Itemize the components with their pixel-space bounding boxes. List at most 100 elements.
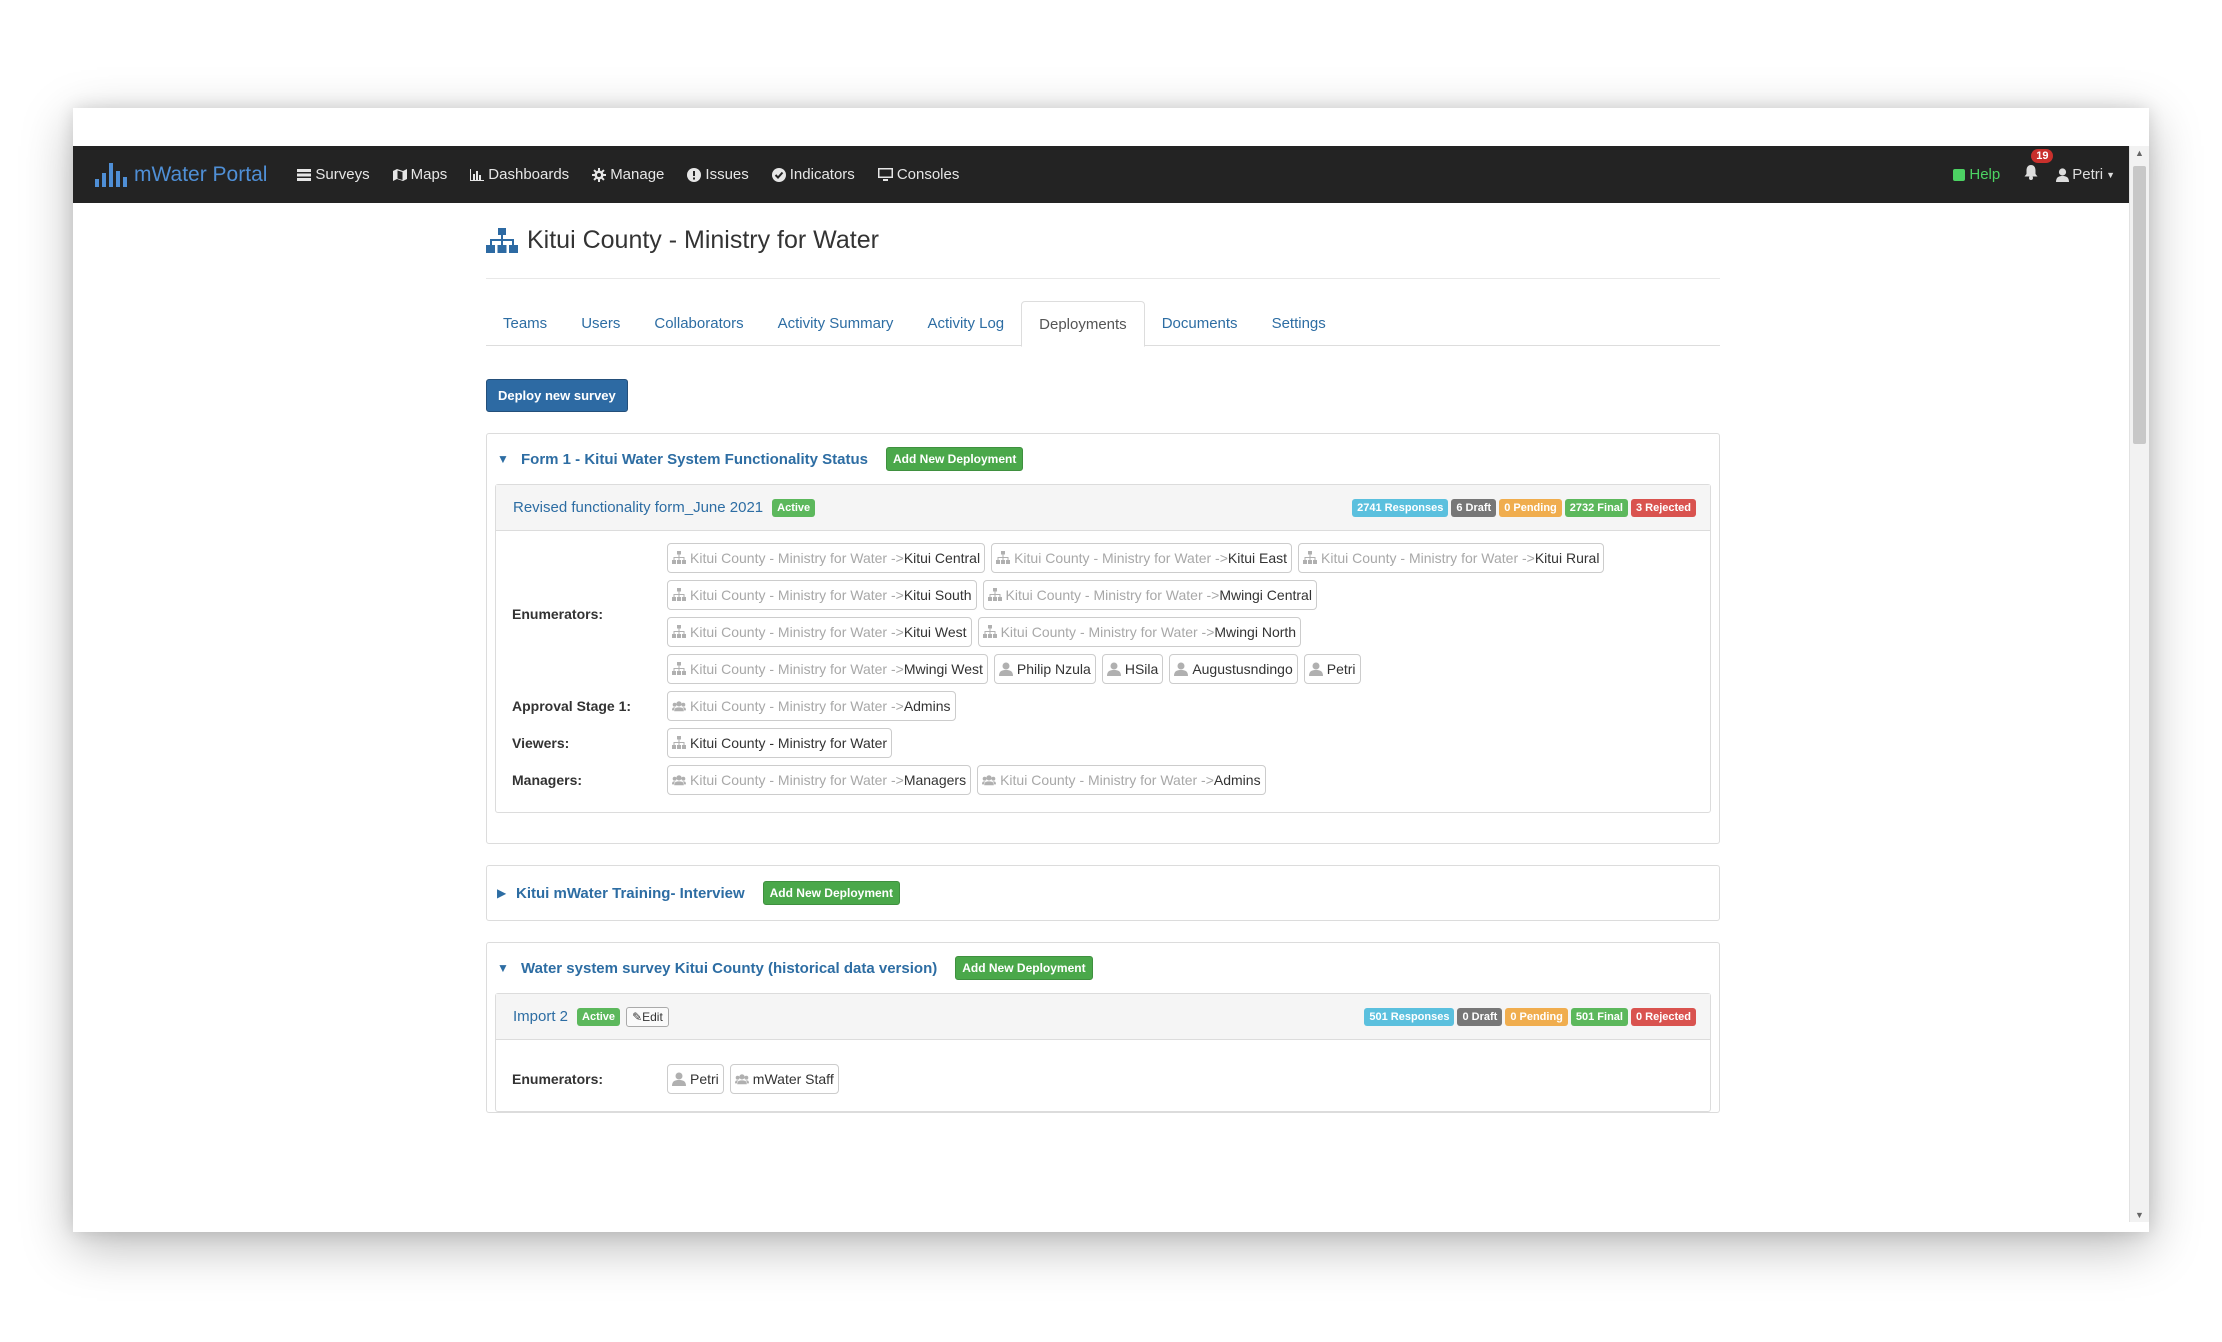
user-chip[interactable]: Petri [1303,654,1361,684]
sitemap-icon [987,588,1002,601]
chip-list: Petri mWater Staff [667,1064,1700,1094]
nav-surveys-label: Surveys [315,166,370,183]
survey-title[interactable]: Water system survey Kitui County (histor… [521,960,937,977]
nav-manage-label: Manage [610,166,665,183]
chip-name: Managers [903,772,967,788]
deployment-name[interactable]: Revised functionality form_June 2021 [513,499,763,516]
scroll-up-arrow-icon[interactable]: ▲ [2135,148,2144,158]
nav-surveys[interactable]: Surveys [297,166,370,183]
chip-prefix: Kitui County - Ministry for Water -> [690,587,904,603]
group-chip[interactable]: mWater Staff [729,1064,839,1094]
chip-prefix: Kitui County - Ministry for Water -> [1000,624,1215,640]
tab-teams[interactable]: Teams [486,301,564,346]
chip-prefix: Kitui County - Ministry for Water -> [1005,587,1220,603]
group-chip[interactable]: Kitui County - Ministry for Water -> Adm… [977,765,1266,795]
chip-name: Kitui Rural [1534,550,1600,566]
org-chip[interactable]: Kitui County - Ministry for Water -> Kit… [667,617,972,647]
nav-maps[interactable]: Maps [392,166,447,183]
nav-manage[interactable]: Manage [592,166,664,183]
edit-button[interactable]: ✎Edit [626,1006,669,1027]
caret-right-icon[interactable]: ▶ [497,886,516,900]
draft-badge: 0 Draft [1457,1007,1503,1026]
nav-consoles[interactable]: Consoles [877,166,959,183]
tab-users[interactable]: Users [564,301,637,346]
status-badge: Active [772,498,816,517]
chip-prefix: Kitui County - Ministry for Water -> [690,772,904,788]
mwater-logo-icon [95,162,127,187]
permission-row: Enumerators: Petri mWater Staff [512,1064,1700,1094]
tab-collaborators[interactable]: Collaborators [637,301,760,346]
chip-name: Kitui South [903,587,972,603]
group-chip[interactable]: Kitui County - Ministry for Water -> Adm… [667,691,956,721]
survey-title[interactable]: Kitui mWater Training- Interview [516,885,745,902]
edit-label: Edit [642,1009,663,1024]
brand-logo[interactable]: mWater Portal [95,162,267,187]
user-chip[interactable]: Petri [667,1064,724,1094]
org-chip[interactable]: Kitui County - Ministry for Water -> Mwi… [667,654,988,684]
deploy-new-survey-button[interactable]: Deploy new survey [486,379,628,412]
group-chip[interactable]: Kitui County - Ministry for Water -> Man… [667,765,972,795]
rejected-badge: 3 Rejected [1630,498,1696,517]
user-chip[interactable]: Philip Nzula [993,654,1096,684]
sitemap-icon [1303,551,1318,564]
scroll-down-arrow-icon[interactable]: ▼ [2135,1210,2144,1220]
permission-label: Enumerators: [512,1071,604,1087]
sitemap-icon [672,736,686,749]
add-new-deployment-button[interactable]: Add New Deployment [886,447,1024,471]
permission-row: Managers: Kitui County - Ministry for Wat… [512,765,1700,795]
org-chip[interactable]: Kitui County - Ministry for Water -> Kit… [667,580,977,610]
sitemap-icon [982,625,997,638]
notifications-button[interactable]: 19 [2024,148,2054,185]
chip-name: Mwingi West [903,661,983,677]
nav-indicators[interactable]: Indicators [771,166,855,183]
add-new-deployment-button[interactable]: Add New Deployment [762,881,900,905]
user-chip[interactable]: Augustusndingo [1169,654,1298,684]
user-menu[interactable]: Petri ▼ [2056,166,2115,183]
tab-settings[interactable]: Settings [1255,301,1343,346]
final-badge: 2732 Final [1564,498,1628,517]
scrollbar-thumb[interactable] [2133,166,2146,444]
deployment-header: Revised functionality form_June 2021 Act… [496,485,1710,531]
org-chip[interactable]: Kitui County - Ministry for Water -> Kit… [991,543,1293,573]
main-content: Kitui County - Ministry for Water Teams … [486,203,1720,1113]
monitor-icon [877,168,893,181]
tab-documents[interactable]: Documents [1145,301,1255,346]
survey-title[interactable]: Form 1 - Kitui Water System Functionalit… [521,451,868,468]
permission-row: Viewers: Kitui County - Ministry for Wate… [512,728,1700,758]
user-chip[interactable]: HSila [1101,654,1164,684]
org-chip[interactable]: Kitui County - Ministry for Water -> Kit… [667,543,986,573]
add-new-deployment-button[interactable]: Add New Deployment [955,956,1093,980]
chip-prefix: Kitui County - Ministry for Water -> [1014,550,1228,566]
book-icon [1953,168,1966,181]
user-icon [998,662,1013,676]
permission-row: Approval Stage 1: Kitui County - Ministry… [512,691,1700,721]
chip-name: Kitui County - Ministry for Water [690,735,888,751]
status-badge: Active [577,1007,621,1026]
survey-panel: ▶ Kitui mWater Training- Interview Add N… [486,865,1720,921]
deployment-name[interactable]: Import 2 [513,1008,568,1025]
users-icon [672,775,686,786]
user-icon [672,1072,686,1086]
chip-list: Kitui County - Ministry for Water -> Kit… [667,543,1622,684]
caret-down-icon[interactable]: ▼ [497,452,521,466]
page-scrollbar[interactable]: ▲ ▼ [2129,146,2149,1222]
pending-badge: 0 Pending [1505,1007,1568,1026]
org-chip[interactable]: Kitui County - Ministry for Water -> Kit… [1298,543,1605,573]
org-chip[interactable]: Kitui County - Ministry for Water -> Mwi… [982,580,1317,610]
nav-dashboards[interactable]: Dashboards [470,166,569,183]
nav-issues[interactable]: Issues [687,166,749,183]
deployment-panel: Import 2 Active ✎Edit 501 Responses 0 Dr… [495,993,1711,1112]
tab-activity-log[interactable]: Activity Log [910,301,1021,346]
deployment-panel: Revised functionality form_June 2021 Act… [495,484,1711,813]
org-chip[interactable]: Kitui County - Ministry for Water -> Mwi… [977,617,1302,647]
tab-activity-summary[interactable]: Activity Summary [761,301,911,346]
org-chip[interactable]: Kitui County - Ministry for Water [667,728,893,758]
tab-deployments[interactable]: Deployments [1021,301,1145,347]
chip-prefix: Kitui County - Ministry for Water -> [690,661,904,677]
help-button[interactable]: Help [1953,166,2000,183]
browser-window: mWater Portal Surveys Maps Dashboards Ma… [73,108,2149,1232]
caret-down-icon[interactable]: ▼ [497,961,521,975]
sitemap-icon [672,551,686,564]
chip-name: Admins [1213,772,1261,788]
sitemap-icon [672,588,686,601]
